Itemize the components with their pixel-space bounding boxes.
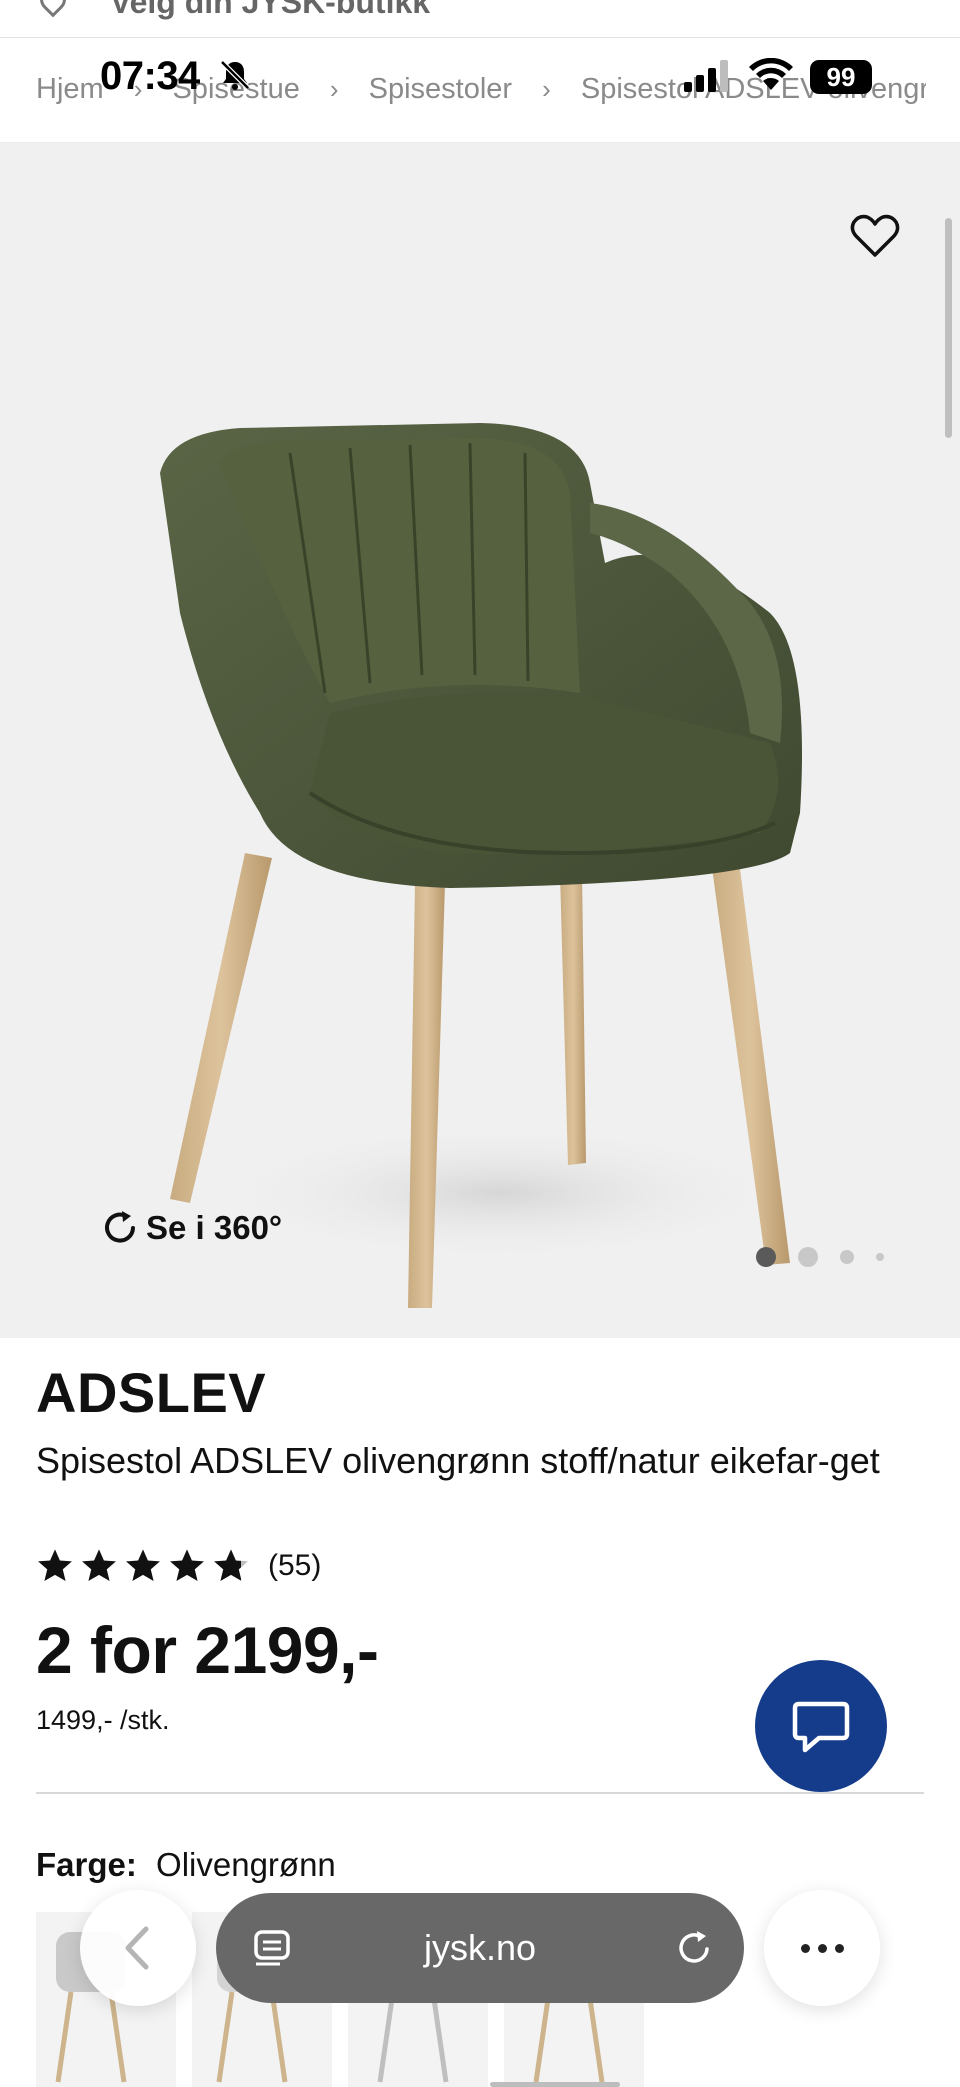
color-selector-label: Farge: Olivengrønn [36,1846,336,1884]
more-dot [834,1943,844,1953]
view-360-label: Se i 360° [146,1209,283,1246]
color-value: Olivengrønn [156,1846,336,1883]
unit-price: 1499,- /stk. [36,1705,170,1735]
store-selector-bar[interactable]: Velg din JYSK-butikk [0,0,960,38]
wifi-icon [749,58,793,90]
product-name: Spisestol ADSLEV olivengrønn stoff/natur… [36,1440,880,1481]
chevron-right-icon: › [329,73,339,104]
location-pin-icon [34,0,72,18]
home-indicator [490,2082,620,2087]
status-time: 07:34 [100,54,200,98]
breadcrumb-item-dining-chairs[interactable]: Spisestoler [369,73,512,106]
browser-back-button[interactable] [80,1890,196,2006]
chevron-right-icon: › [542,73,551,104]
product-image-gallery[interactable]: Se i 360° [0,143,960,1338]
star-icon [170,1549,204,1582]
more-dot [817,1943,827,1953]
cellular-signal-icon [684,60,728,92]
store-selector-label: Velg din JYSK-butikk [110,0,431,20]
breadcrumb-item-home[interactable]: Hjem [36,73,104,106]
star-half-icon [214,1549,248,1582]
star-icon [82,1549,116,1582]
product-brand: ADSLEV [36,1361,267,1424]
favorite-heart-icon[interactable] [850,213,900,259]
product-rating[interactable]: (55) [36,1544,321,1588]
reload-icon[interactable] [674,1928,714,1968]
more-dot [800,1943,810,1953]
silent-bell-icon [220,60,250,90]
color-label: Farge: [36,1846,137,1883]
view-360-button[interactable]: Se i 360° [100,1205,282,1251]
gallery-dot[interactable] [798,1247,818,1267]
section-divider [36,1792,924,1794]
star-icon [38,1549,72,1582]
chat-bubble-icon [792,1701,850,1753]
browser-more-button[interactable] [764,1890,880,2006]
rotate-360-icon [105,1211,135,1243]
product-price: 2 for 2199,- [36,1613,379,1687]
battery-indicator: 99 [810,60,872,94]
browser-address-bar[interactable]: jysk.no [216,1893,744,2003]
review-count: (55) [268,1549,322,1582]
product-image-chair [160,423,802,1308]
gallery-dot[interactable] [876,1253,884,1261]
page-scrollbar[interactable] [945,218,952,438]
gallery-dot[interactable] [840,1250,854,1264]
chat-button[interactable] [755,1660,887,1792]
star-icon [126,1549,160,1582]
gallery-dot[interactable] [756,1247,776,1267]
chevron-left-icon [125,1926,149,1970]
url-text: jysk.no [423,1927,537,1968]
gallery-pagination-dots[interactable] [756,1245,906,1269]
